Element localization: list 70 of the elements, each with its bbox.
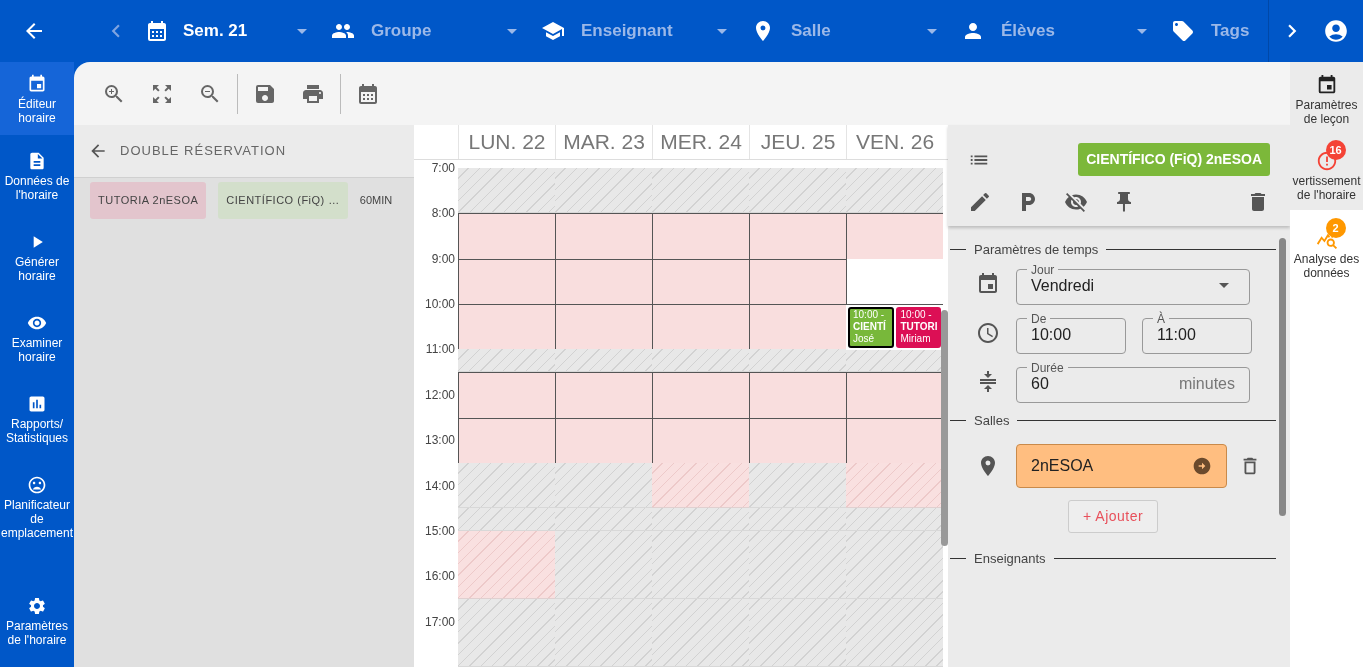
duration-label: 60MIN: [359, 193, 393, 208]
nav-item[interactable]: Examiner horaire: [0, 303, 74, 374]
day-header: MAR. 23: [555, 125, 652, 159]
event-person: José: [853, 333, 876, 346]
calendar-icon[interactable]: [356, 81, 380, 106]
nav-item[interactable]: Éditeur horaire: [0, 62, 74, 135]
settings-icon: [27, 596, 47, 616]
bar-chart-icon: [27, 394, 47, 414]
hour-label: 11:00: [425, 342, 455, 357]
day-header: MER. 24: [652, 125, 749, 159]
lesson-title-badge: CIENTÍFICO (FiQ) 2nESOA: [1078, 143, 1270, 176]
start-time-field[interactable]: De 10:00: [1016, 312, 1126, 354]
count-badge: 16: [1325, 140, 1346, 160]
event-person: Miriam: [900, 333, 932, 346]
hour-label: 17:00: [424, 614, 455, 629]
dropdown-caret-icon: [717, 28, 727, 34]
section-heading: Salles: [974, 411, 1010, 430]
hour-label: 7:00: [431, 161, 455, 175]
day-header: VEN. 26: [846, 125, 943, 159]
clock-icon: [976, 321, 1000, 345]
nav-item[interactable]: Données de l'horaire: [0, 141, 74, 212]
hour-label: 13:00: [424, 433, 455, 448]
lesson-chip[interactable]: CIENTÍFICO (FiQ) …: [218, 182, 348, 219]
event-time: 10:00 -: [853, 309, 885, 321]
hour-label: 10:00: [424, 297, 455, 312]
day-select[interactable]: Jour Vendredi: [1016, 263, 1250, 305]
panel-title: DOUBLE RÉSERVATION: [120, 142, 287, 161]
hour-label: 14:00: [424, 478, 455, 493]
lesson-event[interactable]: 10:00 - TUTORI Miriam: [895, 307, 941, 348]
nav-item[interactable]: Paramètres de l'horaire: [0, 586, 74, 657]
tag-icon: [1171, 19, 1195, 43]
document-icon: [27, 151, 47, 171]
count-badge: 2: [1325, 218, 1346, 238]
event-title: TUTORI: [900, 321, 936, 334]
pencil-icon[interactable]: [968, 190, 992, 214]
hour-label: 16:00: [424, 569, 455, 584]
week-selector[interactable]: Sem. 21: [145, 18, 313, 44]
duration-field[interactable]: Durée 60 minutes: [1016, 361, 1250, 403]
hour-label: 15:00: [424, 523, 455, 538]
section-heading: Enseignants: [974, 550, 1046, 568]
hour-label: 8:00: [431, 206, 455, 221]
day-header: JEU. 25: [749, 125, 846, 159]
dropdown-caret-icon: [507, 28, 517, 34]
day-header: LUN. 22: [458, 125, 555, 159]
scrollbar-thumb[interactable]: [1279, 238, 1286, 516]
end-time-field[interactable]: À 11:00: [1142, 312, 1252, 354]
dropdown-caret-icon: [1137, 28, 1147, 34]
hour-label: 9:00: [431, 251, 455, 266]
account-icon[interactable]: [1323, 18, 1349, 44]
dropdown-caret-icon: [297, 28, 307, 34]
dropdown-caret-icon: [927, 28, 937, 34]
room-chip[interactable]: 2nESOA: [1016, 444, 1227, 488]
event-title: CIENTÍ: [853, 321, 887, 334]
calendar-icon: [976, 272, 1000, 296]
hour-label: 12:00: [424, 387, 455, 402]
graduation-cap-icon: [541, 19, 565, 43]
nav-item[interactable]: Générer horaire: [0, 222, 74, 293]
event-time: 10:00 -: [900, 309, 933, 322]
calendar-icon: [145, 19, 169, 43]
calendar-icon: [27, 74, 47, 94]
lesson-chip[interactable]: TUTORIA 2nESOA: [90, 182, 207, 219]
nav-item[interactable]: Planificateur de emplacement: [0, 465, 74, 550]
side-tab[interactable]: 16 vertissement de l'horaire: [1290, 132, 1363, 210]
nav-item[interactable]: Rapports/ Statistiques: [0, 384, 74, 455]
section-heading: Paramètres de temps: [974, 241, 1099, 259]
sad-face-icon: [27, 475, 47, 495]
scrollbar-thumb[interactable]: [941, 310, 948, 546]
eye-off-icon[interactable]: [1064, 190, 1088, 214]
dropdown-caret-icon: [1219, 283, 1229, 288]
side-tab[interactable]: Paramètres de leçon: [1290, 62, 1363, 132]
